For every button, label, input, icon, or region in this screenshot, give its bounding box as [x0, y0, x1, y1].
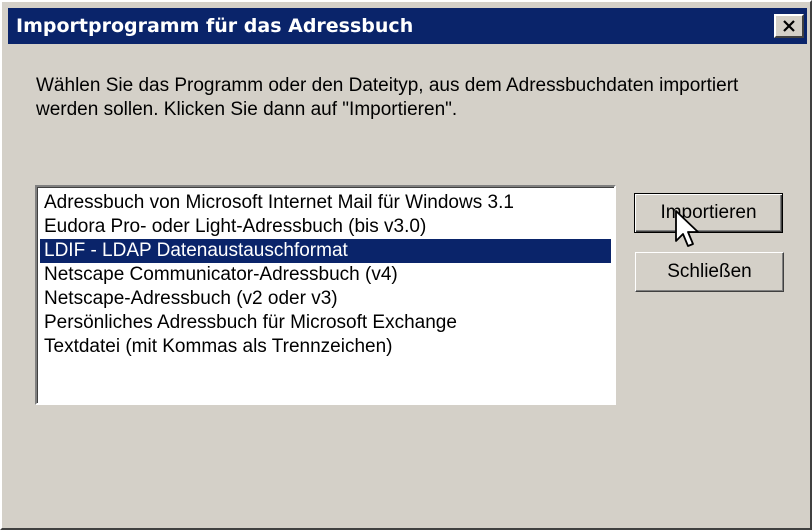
close-dialog-button[interactable]: Schließen [635, 252, 784, 292]
list-item-selected[interactable]: LDIF - LDAP Datenaustauschformat [40, 239, 611, 263]
close-button[interactable] [774, 14, 804, 38]
list-item[interactable]: Textdatei (mit Kommas als Trennzeichen) [40, 335, 611, 359]
close-icon [783, 20, 795, 32]
import-button[interactable]: Importieren [634, 193, 783, 233]
window-title: Importprogramm für das Adressbuch [16, 15, 414, 37]
title-bar[interactable]: Importprogramm für das Adressbuch [8, 8, 807, 44]
instruction-text: Wählen Sie das Programm oder den Dateity… [36, 75, 739, 120]
list-item[interactable]: Eudora Pro- oder Light-Adressbuch (bis v… [40, 215, 611, 239]
list-item[interactable]: Netscape-Adressbuch (v2 oder v3) [40, 287, 611, 311]
list-item[interactable]: Netscape Communicator-Adressbuch (v4) [40, 263, 611, 287]
program-listbox[interactable]: Adressbuch von Microsoft Internet Mail f… [35, 185, 616, 405]
import-dialog: Importprogramm für das Adressbuch Wählen… [0, 0, 812, 530]
list-item[interactable]: Persönliches Adressbuch für Microsoft Ex… [40, 311, 611, 335]
list-item[interactable]: Adressbuch von Microsoft Internet Mail f… [40, 191, 611, 215]
